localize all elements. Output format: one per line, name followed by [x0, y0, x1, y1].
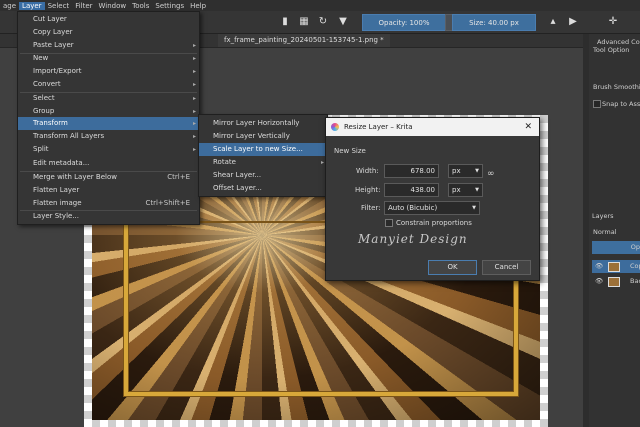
menu-item-flatten-image[interactable]: Flatten image Ctrl+Shift+E	[18, 197, 199, 210]
menu-image[interactable]: age	[0, 2, 19, 10]
menu-item-transform-all-layers[interactable]: Transform All Layers ▸	[18, 130, 199, 143]
dialog-titlebar[interactable]: Resize Layer – Krita ✕	[326, 118, 539, 136]
menu-item-flatten-layer[interactable]: Flatten Layer	[18, 184, 199, 197]
menu-tools[interactable]: Tools	[129, 2, 152, 10]
menu-help[interactable]: Help	[187, 2, 209, 10]
transform-submenu: Mirror Layer Horizontally Mirror Layer V…	[198, 114, 328, 197]
filter-select[interactable]: Auto (Bicubic) ▼	[384, 201, 480, 215]
advanced-color-title: Advanced Colo	[597, 38, 640, 46]
constrain-proportions-checkbox[interactable]	[385, 219, 393, 227]
menu-item-copy-layer[interactable]: Copy Layer	[18, 26, 199, 39]
watermark-text: Manyiet Design	[358, 232, 468, 246]
snap-to-assistant-checkbox[interactable]	[593, 100, 601, 108]
height-input[interactable]: 438.00	[384, 183, 439, 197]
menu-item-rotate[interactable]: Rotate ▸	[199, 156, 327, 169]
brush-tip-icon[interactable]: ▼	[336, 15, 350, 29]
size-slider[interactable]: Size: 40.00 px	[452, 14, 536, 31]
submenu-arrow-icon: ▸	[192, 146, 196, 153]
submenu-arrow-icon: ▸	[192, 68, 196, 75]
layer-name: Cop	[630, 262, 640, 270]
width-label: Width:	[356, 167, 379, 175]
layer-name: Back	[630, 277, 640, 285]
krita-logo-icon	[331, 123, 339, 131]
close-icon[interactable]: ✕	[524, 118, 532, 136]
submenu-arrow-icon: ▸	[192, 120, 196, 127]
eye-icon[interactable]: 👁	[595, 260, 603, 273]
tool-options-title: Tool Option	[593, 46, 630, 54]
alpha-lock-icon[interactable]: ▦	[297, 15, 311, 29]
filter-label: Filter:	[361, 204, 381, 212]
menu-settings[interactable]: Settings	[152, 2, 187, 10]
layer-row-background[interactable]: 👁 Back	[592, 275, 640, 288]
brush-smoothing-label: Brush Smoothin	[593, 83, 640, 91]
ok-button[interactable]: OK	[428, 260, 477, 275]
layer-thumbnail	[608, 262, 620, 272]
menubar: age Layer Select Filter Window Tools Set…	[0, 0, 640, 11]
layer-opacity-header[interactable]: Op	[592, 241, 640, 254]
menu-item-cut-layer[interactable]: Cut Layer	[18, 13, 199, 26]
submenu-arrow-icon: ▸	[192, 81, 196, 88]
document-tab[interactable]: fx_frame_painting_20240501-153745-1.png …	[218, 34, 390, 47]
menu-item-new[interactable]: New ▸	[18, 52, 199, 65]
layer-thumbnail	[608, 277, 620, 287]
submenu-arrow-icon: ▸	[192, 42, 196, 49]
blend-mode-select[interactable]: Normal	[593, 228, 617, 236]
width-input[interactable]: 678.00	[384, 164, 439, 178]
menu-item-offset-layer[interactable]: Offset Layer...	[199, 182, 327, 195]
submenu-arrow-icon: ▸	[192, 133, 196, 140]
menu-filter[interactable]: Filter	[72, 2, 95, 10]
cancel-button[interactable]: Cancel	[482, 260, 531, 275]
width-unit-select[interactable]: px ▼	[448, 164, 483, 178]
menu-item-shear-layer[interactable]: Shear Layer...	[199, 169, 327, 182]
menu-item-edit-metadata[interactable]: Edit metadata...	[18, 157, 199, 170]
chevron-down-icon: ▼	[475, 168, 479, 174]
menu-layer[interactable]: Layer	[19, 1, 45, 10]
dialog-title: Resize Layer – Krita	[344, 123, 413, 131]
layer-menu: Cut Layer Copy Layer Paste Layer ▸ New ▸ I…	[17, 11, 200, 225]
reload-preset-icon[interactable]: ↻	[316, 15, 330, 29]
submenu-arrow-icon: ▸	[192, 95, 196, 102]
menu-item-merge-with-layer-below[interactable]: Merge with Layer Below Ctrl+E	[18, 171, 199, 184]
submenu-arrow-icon: ▸	[192, 55, 196, 62]
eraser-icon[interactable]: ▮	[278, 15, 292, 29]
menu-item-scale-layer[interactable]: Scale Layer to new Size...	[199, 143, 327, 156]
eye-icon[interactable]: 👁	[595, 275, 603, 288]
menu-item-mirror-horizontally[interactable]: Mirror Layer Horizontally	[199, 117, 327, 130]
menu-item-layer-style[interactable]: Layer Style...	[18, 210, 199, 223]
chevron-down-icon: ▼	[475, 187, 479, 193]
snap-to-assistant-label: Snap to Assi	[602, 100, 640, 108]
opacity-slider[interactable]: Opacity: 100%	[362, 14, 446, 31]
menu-select[interactable]: Select	[45, 2, 73, 10]
height-label: Height:	[355, 186, 381, 194]
resize-layer-dialog: Resize Layer – Krita ✕ New Size Width: 6…	[325, 117, 540, 281]
layer-opacity-label: Op	[630, 243, 640, 251]
menu-item-transform[interactable]: Transform ▸	[18, 117, 199, 130]
new-size-heading: New Size	[334, 147, 366, 155]
constrain-proportions-label: Constrain proportions	[396, 219, 472, 227]
layer-row-copy[interactable]: 👁 Cop	[592, 260, 640, 273]
chevron-down-icon: ▼	[472, 205, 476, 211]
wrap-around-icon[interactable]: ✛	[606, 15, 620, 29]
menu-item-paste-layer[interactable]: Paste Layer ▸	[18, 39, 199, 52]
menu-item-mirror-vertically[interactable]: Mirror Layer Vertically	[199, 130, 327, 143]
mirror-vertical-icon[interactable]: ▶	[566, 15, 580, 29]
layers-title: Layers	[592, 212, 614, 220]
height-unit-select[interactable]: px ▼	[448, 183, 483, 197]
menu-item-select[interactable]: Select ▸	[18, 92, 199, 105]
menu-window[interactable]: Window	[96, 2, 130, 10]
menu-item-import-export[interactable]: Import/Export ▸	[18, 65, 199, 78]
menu-item-convert[interactable]: Convert ▸	[18, 78, 199, 91]
menu-item-split[interactable]: Split ▸	[18, 143, 199, 156]
submenu-arrow-icon: ▸	[320, 159, 324, 166]
mirror-horizontal-icon[interactable]: ▴	[546, 15, 560, 29]
chain-link-icon[interactable]: ∞	[487, 170, 495, 179]
right-docker-panel: Advanced Colo Tool Option Brush Smoothin…	[589, 34, 640, 427]
